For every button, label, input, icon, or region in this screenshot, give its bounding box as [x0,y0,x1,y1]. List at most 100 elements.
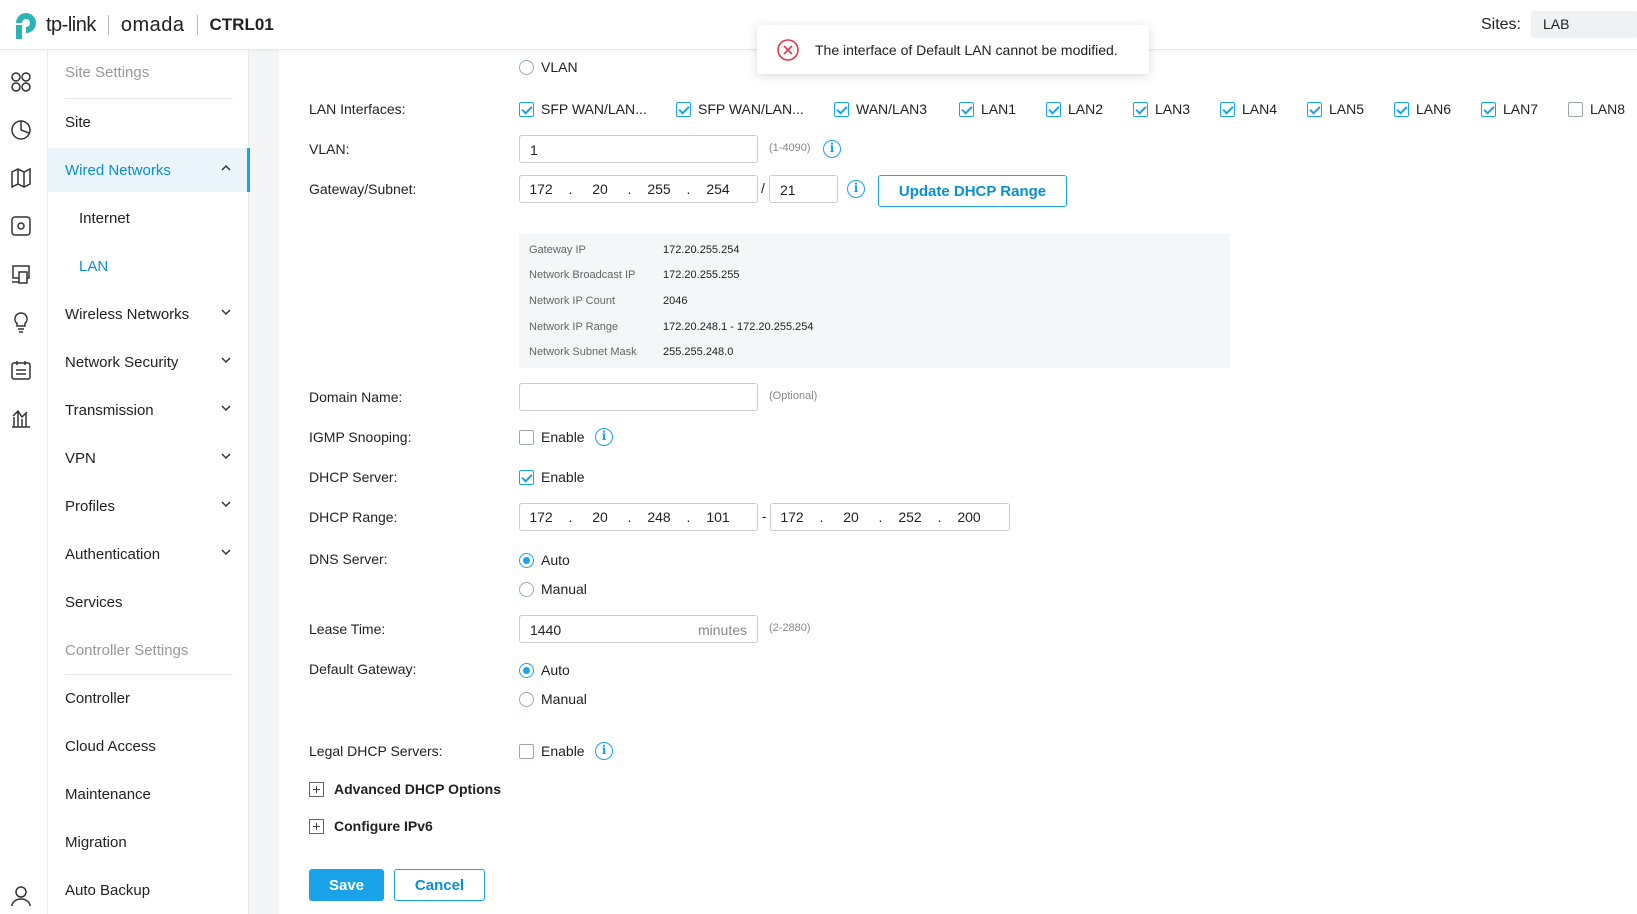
lan-port-checkbox[interactable] [1133,101,1148,117]
sidebar-item-maintenance[interactable]: Maintenance [48,772,249,816]
sidebar-item-transmission[interactable]: Transmission [48,388,249,432]
legal-dhcp-info-icon[interactable]: i [595,742,613,760]
dhcp-server-option[interactable]: Enable [519,469,585,485]
dns-manual-option[interactable]: Manual [519,581,587,597]
sidebar-item-services[interactable]: Services [48,580,249,624]
sidebar-item-lan[interactable]: LAN [48,244,249,288]
lan-port-option[interactable]: LAN8 [1568,101,1625,117]
expand-plus-icon[interactable] [309,819,324,834]
range-start-octet-3[interactable]: 248 [638,509,680,525]
lan-port-option[interactable]: LAN4 [1220,101,1277,117]
sidebar-item-wireless-networks[interactable]: Wireless Networks [48,292,249,336]
lan-port-option[interactable]: LAN6 [1394,101,1451,117]
sidebar-item-site[interactable]: Site [48,100,249,144]
advanced-dhcp-title[interactable]: Advanced DHCP Options [334,781,501,797]
gateway-info-icon[interactable]: i [847,180,865,198]
sidebar-item-auto-backup[interactable]: Auto Backup [48,868,249,912]
legal-dhcp-option[interactable]: Enable [519,743,585,759]
dns-manual-radio[interactable] [519,581,534,597]
range-start-octet-2[interactable]: 20 [579,509,621,525]
lan-port-option[interactable]: LAN3 [1133,101,1190,117]
dashboard-icon[interactable] [10,71,32,93]
gateway-auto-radio[interactable] [519,662,534,678]
sidebar-item-controller[interactable]: Controller [48,676,249,720]
map-icon[interactable] [10,167,32,189]
lease-time-input[interactable]: 1440 minutes [519,615,758,643]
dhcp-range-start-input[interactable]: 172. 20. 248. 101 [519,503,758,531]
gateway-ip-input[interactable]: 172. 20. 255. 254 [519,175,758,203]
sidebar-item-internet[interactable]: Internet [48,196,249,240]
dns-manual-label: Manual [541,581,587,597]
lan-port-option[interactable]: LAN1 [959,101,1016,117]
lan-port-option[interactable]: LAN7 [1481,101,1538,117]
lan-port-checkbox[interactable] [1307,101,1322,117]
lan-port-option[interactable]: LAN2 [1046,101,1103,117]
account-icon[interactable] [10,885,32,907]
legal-dhcp-checkbox[interactable] [519,743,534,759]
lan-port-option[interactable]: LAN5 [1307,101,1364,117]
logo[interactable]: tp-link omada CTRL01 [12,8,274,42]
lan-port-option[interactable]: SFP WAN/LAN... [676,101,804,117]
lan-port-checkbox[interactable] [676,101,691,117]
lan-port-checkbox[interactable] [519,101,534,117]
devices-icon[interactable] [10,215,32,237]
gateway-manual-radio[interactable] [519,691,534,707]
igmp-info-icon[interactable]: i [595,428,613,446]
lan-port-checkbox[interactable] [959,101,974,117]
sidebar-item-authentication[interactable]: Authentication [48,532,249,576]
save-button[interactable]: Save [309,869,384,901]
range-end-octet-3[interactable]: 252 [889,509,931,525]
sidebar-item-network-security[interactable]: Network Security [48,340,249,384]
purpose-vlan-radio[interactable] [519,59,534,75]
purpose-vlan-option[interactable]: VLAN [519,59,578,75]
lan-port-checkbox[interactable] [1481,101,1496,117]
dns-auto-option[interactable]: Auto [519,552,570,568]
insight-icon[interactable] [10,311,32,333]
sidebar-item-wired-networks[interactable]: Wired Networks [48,148,250,192]
cancel-button[interactable]: Cancel [394,869,485,901]
toast-message: The interface of Default LAN cannot be m… [815,41,1118,58]
configure-ipv6-title[interactable]: Configure IPv6 [334,818,433,834]
gateway-octet-1[interactable]: 172 [520,181,562,197]
subnet-mask-input[interactable]: 21 [769,175,838,203]
dns-auto-radio[interactable] [519,552,534,568]
lan-port-checkbox[interactable] [1394,101,1409,117]
range-start-octet-1[interactable]: 172 [520,509,562,525]
sidebar-item-vpn[interactable]: VPN [48,436,249,480]
lease-time-value: 1440 [530,622,562,638]
dns-server-label: DNS Server: [309,551,388,567]
expand-plus-icon[interactable] [309,782,324,797]
igmp-snooping-option[interactable]: Enable [519,429,585,445]
range-end-octet-4[interactable]: 200 [948,509,990,525]
lan-port-checkbox[interactable] [1220,101,1235,117]
sidebar-item-migration[interactable]: Migration [48,820,249,864]
gateway-octet-3[interactable]: 255 [638,181,680,197]
dns-auto-label: Auto [541,552,570,568]
gateway-octet-2[interactable]: 20 [579,181,621,197]
gateway-auto-option[interactable]: Auto [519,662,570,678]
domain-name-input[interactable] [519,383,758,411]
vlan-info-icon[interactable]: i [823,140,841,158]
igmp-snooping-checkbox[interactable] [519,429,534,445]
reports-icon[interactable] [10,407,32,429]
sidebar-item-profiles[interactable]: Profiles [48,484,249,528]
lan-port-checkbox[interactable] [1046,101,1061,117]
range-end-octet-1[interactable]: 172 [771,509,813,525]
lan-port-checkbox[interactable] [1568,101,1583,117]
lan-port-option[interactable]: SFP WAN/LAN... [519,101,647,117]
site-select[interactable]: LAB [1531,11,1637,38]
lan-port-option[interactable]: WAN/LAN3 [834,101,927,117]
dhcp-range-end-input[interactable]: 172. 20. 252. 200 [770,503,1010,531]
gateway-manual-option[interactable]: Manual [519,691,587,707]
update-dhcp-range-button[interactable]: Update DHCP Range [878,175,1067,207]
range-end-octet-2[interactable]: 20 [830,509,872,525]
lan-port-checkbox[interactable] [834,101,849,117]
sidebar-item-cloud-access[interactable]: Cloud Access [48,724,249,768]
statistics-icon[interactable] [10,119,32,141]
vlan-input[interactable]: 1 [519,135,758,163]
dhcp-server-checkbox[interactable] [519,469,534,485]
log-icon[interactable] [10,359,32,381]
range-start-octet-4[interactable]: 101 [697,509,739,525]
gateway-octet-4[interactable]: 254 [697,181,739,197]
clients-icon[interactable] [10,263,32,285]
